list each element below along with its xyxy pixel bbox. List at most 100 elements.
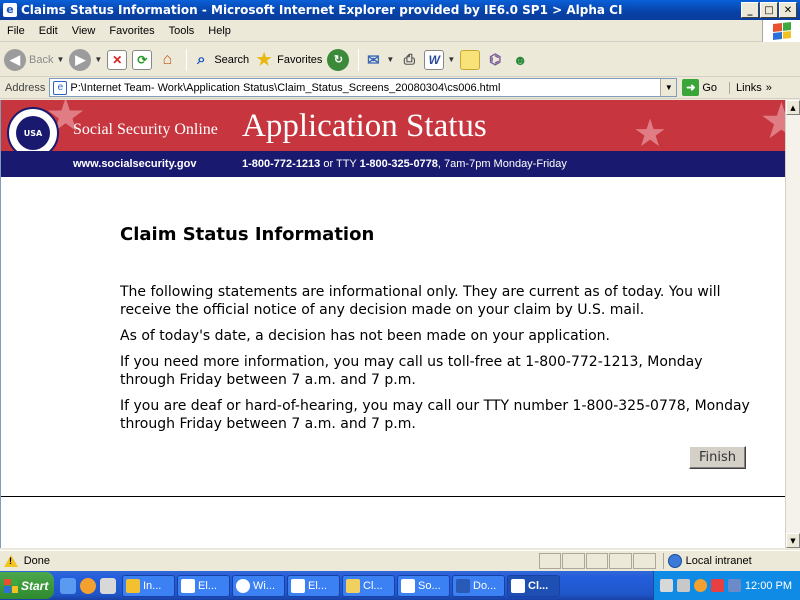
go-arrow-icon: ➜ (682, 79, 700, 96)
vertical-scrollbar[interactable]: ▲ ▼ (785, 100, 800, 548)
taskbar-item[interactable]: In... (122, 574, 175, 597)
scroll-down-icon[interactable]: ▼ (786, 533, 800, 548)
back-arrow-icon: ◀ (4, 48, 26, 71)
media-quicklaunch-icon[interactable] (100, 577, 116, 594)
taskbar-item-label: So... (418, 579, 441, 592)
start-button[interactable]: Start (0, 572, 54, 599)
home-button[interactable]: ⌂ (157, 50, 177, 70)
maximize-button[interactable]: □ (760, 2, 778, 18)
taskbar-item[interactable]: Wi... (232, 574, 285, 597)
menu-edit[interactable]: Edit (32, 25, 65, 37)
menu-help[interactable]: Help (201, 25, 238, 37)
menu-tools[interactable]: Tools (162, 25, 202, 37)
page-title: Claim Status Information (120, 224, 375, 245)
address-url[interactable]: P:\Internet Team- Work\Application Statu… (70, 82, 660, 94)
taskbar-item-label: Cl... (363, 579, 383, 592)
status-text: Done (23, 554, 51, 567)
clock-quicklaunch-icon[interactable] (80, 577, 96, 594)
forward-dropdown-icon[interactable]: ▼ (94, 55, 102, 64)
menu-favorites[interactable]: Favorites (102, 25, 161, 37)
taskbar-item[interactable]: Cl... (342, 574, 395, 597)
mail-button[interactable]: ✉ ▼ (363, 50, 394, 70)
system-tray: 12:00 PM (652, 571, 800, 600)
print-button[interactable]: ⎙ (399, 50, 419, 70)
messenger-button[interactable]: ☻ (510, 50, 530, 70)
refresh-button[interactable]: ⟳ (132, 49, 153, 70)
taskbar-item-active[interactable]: Cl... (507, 574, 560, 597)
taskbar-item-label: El... (198, 579, 217, 592)
go-button[interactable]: ➜ Go (682, 79, 717, 96)
menu-bar: File Edit View Favorites Tools Help (0, 19, 800, 42)
edit-button[interactable]: W ▼ (424, 49, 455, 70)
ie-icon (401, 578, 415, 593)
ssa-seal-icon: USA (7, 107, 59, 151)
folder-icon (346, 578, 360, 593)
tty-prefix: or TTY (320, 158, 360, 170)
tty-paragraph: If you are deaf or hard-of-hearing, you … (120, 398, 750, 432)
shield-icon[interactable] (710, 579, 724, 592)
links-chevron-icon: » (765, 81, 772, 94)
status-panel (585, 552, 609, 569)
menu-view[interactable]: View (65, 25, 103, 37)
star-icon: ★ (256, 49, 272, 69)
taskbar-item[interactable]: Do... (452, 574, 505, 597)
close-button[interactable]: ✕ (779, 2, 797, 18)
address-bar: Address e P:\Internet Team- Work\Applica… (0, 77, 800, 99)
toolbar-separator (358, 48, 360, 71)
search-button[interactable]: ⌕ Search (191, 50, 249, 70)
forward-button[interactable]: ▶ ▼ (69, 48, 102, 71)
favorites-label: Favorites (277, 53, 323, 66)
status-panel (562, 552, 585, 569)
intranet-globe-icon (667, 553, 682, 568)
menu-file[interactable]: File (0, 25, 32, 37)
links-button[interactable]: Links » (729, 81, 772, 94)
banner-title: Application Status (242, 108, 487, 144)
back-label: Back (29, 53, 54, 66)
forward-arrow-icon: ▶ (69, 48, 92, 71)
address-input[interactable]: e P:\Internet Team- Work\Application Sta… (49, 78, 678, 97)
ie-icon: e (3, 3, 17, 17)
clock-tray-icon[interactable] (693, 579, 707, 592)
toolbar-separator (186, 48, 188, 71)
scroll-up-icon[interactable]: ▲ (786, 100, 800, 115)
network-icon[interactable] (659, 579, 673, 592)
taskbar-item[interactable]: So... (397, 574, 450, 597)
favorites-button[interactable]: ★ Favorites (254, 49, 323, 70)
status-panel (538, 552, 562, 569)
back-button[interactable]: ◀ Back ▼ (4, 48, 64, 71)
website-link[interactable]: www.socialsecurity.gov (73, 158, 197, 170)
quick-launch (60, 577, 116, 594)
printer-icon: ⎙ (403, 51, 415, 67)
app-icon (126, 578, 140, 593)
ie-icon (511, 578, 525, 593)
taskbar-item[interactable]: El... (287, 574, 340, 597)
word-icon (456, 578, 470, 593)
ie-icon (291, 578, 305, 593)
taskbar-item[interactable]: El... (177, 574, 230, 597)
discuss-button[interactable] (460, 49, 481, 70)
zone-label: Local intranet (685, 554, 752, 567)
security-zone: Local intranet (662, 552, 800, 569)
back-dropdown-icon[interactable]: ▼ (56, 55, 64, 64)
history-button[interactable]: ↻ (327, 48, 350, 71)
page-icon: e (53, 80, 68, 95)
minimize-button[interactable]: _ (741, 2, 759, 18)
mail-dropdown-icon[interactable]: ▼ (386, 55, 394, 64)
brand-name[interactable]: Social Security Online (73, 121, 218, 139)
address-dropdown-icon[interactable]: ▼ (660, 79, 677, 96)
ie-icon (181, 578, 195, 593)
monitor-icon[interactable] (676, 579, 690, 592)
ie-quicklaunch-icon[interactable] (60, 577, 76, 594)
clock[interactable]: 12:00 PM (745, 580, 792, 592)
edit-dropdown-icon[interactable]: ▼ (447, 55, 455, 64)
status-bar: ! Done Local intranet (0, 550, 800, 570)
start-label: Start (21, 578, 49, 593)
note-icon (460, 49, 481, 70)
volume-icon[interactable] (727, 579, 741, 592)
finish-button[interactable]: Finish (689, 446, 746, 469)
window-controls: _ □ ✕ (741, 2, 797, 18)
stop-button[interactable]: ✕ (107, 49, 128, 70)
go-label: Go (702, 81, 718, 94)
research-button[interactable]: ⌬ (485, 50, 505, 70)
window-titlebar[interactable]: e Claims Status Information - Microsoft … (0, 0, 800, 20)
